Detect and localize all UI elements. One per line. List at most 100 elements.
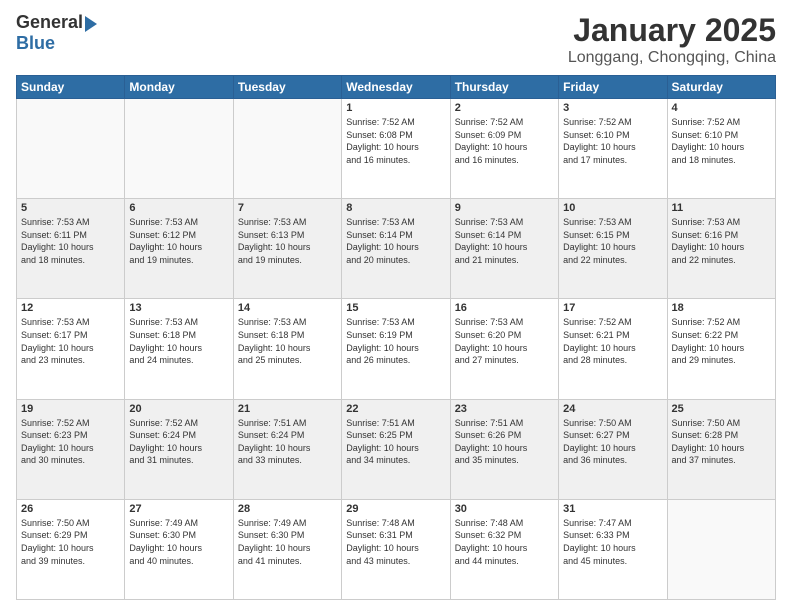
- day-info: Sunrise: 7:52 AM Sunset: 6:22 PM Dayligh…: [672, 316, 771, 366]
- day-info: Sunrise: 7:53 AM Sunset: 6:14 PM Dayligh…: [455, 216, 554, 266]
- month-title: January 2025: [568, 12, 776, 49]
- logo-arrow-icon: [85, 16, 97, 32]
- day-number: 3: [563, 102, 662, 114]
- day-info: Sunrise: 7:48 AM Sunset: 6:31 PM Dayligh…: [346, 517, 445, 567]
- header-monday: Monday: [125, 76, 233, 99]
- calendar-cell: 9 Sunrise: 7:53 AM Sunset: 6:14 PM Daylig…: [450, 199, 558, 299]
- day-number: 29: [346, 503, 445, 515]
- day-number: 21: [238, 403, 337, 415]
- day-number: 22: [346, 403, 445, 415]
- day-number: 16: [455, 302, 554, 314]
- day-info: Sunrise: 7:50 AM Sunset: 6:28 PM Dayligh…: [672, 417, 771, 467]
- day-number: 7: [238, 202, 337, 214]
- calendar-cell: 7 Sunrise: 7:53 AM Sunset: 6:13 PM Daylig…: [233, 199, 341, 299]
- calendar-cell: 21 Sunrise: 7:51 AM Sunset: 6:24 PM Dayli…: [233, 399, 341, 499]
- day-number: 11: [672, 202, 771, 214]
- calendar-cell: 2Sunrise: 7:52 AM Sunset: 6:09 PM Daylig…: [450, 99, 558, 199]
- calendar-cell: 16 Sunrise: 7:53 AM Sunset: 6:20 PM Dayli…: [450, 299, 558, 399]
- calendar-cell: 4 Sunrise: 7:52 AM Sunset: 6:10 PM Daylig…: [667, 99, 775, 199]
- calendar-cell: 30Sunrise: 7:48 AM Sunset: 6:32 PM Dayli…: [450, 499, 558, 599]
- day-number: 17: [563, 302, 662, 314]
- day-number: 13: [129, 302, 228, 314]
- calendar-cell: 19 Sunrise: 7:52 AM Sunset: 6:23 PM Dayli…: [17, 399, 125, 499]
- day-number: 9: [455, 202, 554, 214]
- calendar-cell: 26 Sunrise: 7:50 AM Sunset: 6:29 PM Dayli…: [17, 499, 125, 599]
- calendar-cell: 15 Sunrise: 7:53 AM Sunset: 6:19 PM Dayli…: [342, 299, 450, 399]
- day-number: 12: [21, 302, 120, 314]
- location: Longgang, Chongqing, China: [568, 49, 776, 67]
- calendar-cell: 18Sunrise: 7:52 AM Sunset: 6:22 PM Dayli…: [667, 299, 775, 399]
- calendar-cell: [233, 99, 341, 199]
- weekday-header-row: Sunday Monday Tuesday Wednesday Thursday…: [17, 76, 776, 99]
- week-row-5: 26 Sunrise: 7:50 AM Sunset: 6:29 PM Dayli…: [17, 499, 776, 599]
- day-info: Sunrise: 7:52 AM Sunset: 6:24 PM Dayligh…: [129, 417, 228, 467]
- day-info: Sunrise: 7:53 AM Sunset: 6:12 PM Dayligh…: [129, 216, 228, 266]
- day-number: 10: [563, 202, 662, 214]
- calendar-cell: 24Sunrise: 7:50 AM Sunset: 6:27 PM Dayli…: [559, 399, 667, 499]
- day-number: 4: [672, 102, 771, 114]
- day-info: Sunrise: 7:53 AM Sunset: 6:20 PM Dayligh…: [455, 316, 554, 366]
- day-info: Sunrise: 7:53 AM Sunset: 6:19 PM Dayligh…: [346, 316, 445, 366]
- calendar-cell: [667, 499, 775, 599]
- calendar-cell: 6Sunrise: 7:53 AM Sunset: 6:12 PM Daylig…: [125, 199, 233, 299]
- calendar-cell: 28Sunrise: 7:49 AM Sunset: 6:30 PM Dayli…: [233, 499, 341, 599]
- day-info: Sunrise: 7:52 AM Sunset: 6:09 PM Dayligh…: [455, 116, 554, 166]
- calendar-cell: [17, 99, 125, 199]
- day-info: Sunrise: 7:53 AM Sunset: 6:11 PM Dayligh…: [21, 216, 120, 266]
- day-number: 20: [129, 403, 228, 415]
- calendar-cell: 31 Sunrise: 7:47 AM Sunset: 6:33 PM Dayli…: [559, 499, 667, 599]
- calendar-table: Sunday Monday Tuesday Wednesday Thursday…: [16, 75, 776, 600]
- day-info: Sunrise: 7:48 AM Sunset: 6:32 PM Dayligh…: [455, 517, 554, 567]
- day-number: 19: [21, 403, 120, 415]
- logo: General Blue: [16, 12, 97, 54]
- day-info: Sunrise: 7:51 AM Sunset: 6:24 PM Dayligh…: [238, 417, 337, 467]
- title-section: January 2025 Longgang, Chongqing, China: [568, 12, 776, 67]
- day-info: Sunrise: 7:47 AM Sunset: 6:33 PM Dayligh…: [563, 517, 662, 567]
- calendar-cell: 23Sunrise: 7:51 AM Sunset: 6:26 PM Dayli…: [450, 399, 558, 499]
- day-number: 1: [346, 102, 445, 114]
- day-info: Sunrise: 7:52 AM Sunset: 6:10 PM Dayligh…: [563, 116, 662, 166]
- day-info: Sunrise: 7:53 AM Sunset: 6:15 PM Dayligh…: [563, 216, 662, 266]
- day-number: 31: [563, 503, 662, 515]
- day-number: 28: [238, 503, 337, 515]
- page: General Blue January 2025 Longgang, Chon…: [0, 0, 792, 612]
- logo-blue-text: Blue: [16, 33, 55, 54]
- calendar-cell: 3 Sunrise: 7:52 AM Sunset: 6:10 PM Daylig…: [559, 99, 667, 199]
- day-number: 5: [21, 202, 120, 214]
- day-info: Sunrise: 7:53 AM Sunset: 6:13 PM Dayligh…: [238, 216, 337, 266]
- calendar-cell: 29 Sunrise: 7:48 AM Sunset: 6:31 PM Dayli…: [342, 499, 450, 599]
- week-row-3: 12 Sunrise: 7:53 AM Sunset: 6:17 PM Dayli…: [17, 299, 776, 399]
- header-tuesday: Tuesday: [233, 76, 341, 99]
- calendar-cell: 1Sunrise: 7:52 AM Sunset: 6:08 PM Daylig…: [342, 99, 450, 199]
- day-number: 15: [346, 302, 445, 314]
- calendar-cell: [125, 99, 233, 199]
- calendar-cell: 10 Sunrise: 7:53 AM Sunset: 6:15 PM Dayli…: [559, 199, 667, 299]
- day-info: Sunrise: 7:50 AM Sunset: 6:29 PM Dayligh…: [21, 517, 120, 567]
- header-friday: Friday: [559, 76, 667, 99]
- header-thursday: Thursday: [450, 76, 558, 99]
- day-info: Sunrise: 7:49 AM Sunset: 6:30 PM Dayligh…: [129, 517, 228, 567]
- calendar-cell: 22 Sunrise: 7:51 AM Sunset: 6:25 PM Dayli…: [342, 399, 450, 499]
- day-info: Sunrise: 7:53 AM Sunset: 6:17 PM Dayligh…: [21, 316, 120, 366]
- calendar-cell: 11 Sunrise: 7:53 AM Sunset: 6:16 PM Dayli…: [667, 199, 775, 299]
- day-number: 26: [21, 503, 120, 515]
- calendar-cell: 14 Sunrise: 7:53 AM Sunset: 6:18 PM Dayli…: [233, 299, 341, 399]
- header-wednesday: Wednesday: [342, 76, 450, 99]
- calendar-cell: 20 Sunrise: 7:52 AM Sunset: 6:24 PM Dayli…: [125, 399, 233, 499]
- day-info: Sunrise: 7:53 AM Sunset: 6:16 PM Dayligh…: [672, 216, 771, 266]
- day-info: Sunrise: 7:50 AM Sunset: 6:27 PM Dayligh…: [563, 417, 662, 467]
- day-number: 25: [672, 403, 771, 415]
- day-info: Sunrise: 7:51 AM Sunset: 6:25 PM Dayligh…: [346, 417, 445, 467]
- header-sunday: Sunday: [17, 76, 125, 99]
- calendar-cell: 8 Sunrise: 7:53 AM Sunset: 6:14 PM Daylig…: [342, 199, 450, 299]
- day-number: 8: [346, 202, 445, 214]
- calendar-cell: 5 Sunrise: 7:53 AM Sunset: 6:11 PM Daylig…: [17, 199, 125, 299]
- day-info: Sunrise: 7:53 AM Sunset: 6:18 PM Dayligh…: [129, 316, 228, 366]
- day-number: 14: [238, 302, 337, 314]
- calendar-cell: 25 Sunrise: 7:50 AM Sunset: 6:28 PM Dayli…: [667, 399, 775, 499]
- week-row-4: 19 Sunrise: 7:52 AM Sunset: 6:23 PM Dayli…: [17, 399, 776, 499]
- day-info: Sunrise: 7:52 AM Sunset: 6:23 PM Dayligh…: [21, 417, 120, 467]
- day-info: Sunrise: 7:52 AM Sunset: 6:10 PM Dayligh…: [672, 116, 771, 166]
- day-info: Sunrise: 7:53 AM Sunset: 6:14 PM Dayligh…: [346, 216, 445, 266]
- day-info: Sunrise: 7:53 AM Sunset: 6:18 PM Dayligh…: [238, 316, 337, 366]
